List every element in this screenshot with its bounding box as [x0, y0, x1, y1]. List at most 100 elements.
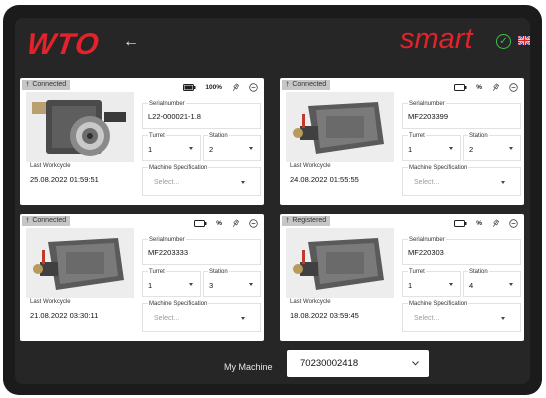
pin-icon: † [286, 218, 290, 224]
wto-logo: WTO [24, 28, 102, 61]
pin-icon[interactable] [491, 219, 500, 228]
pin-icon: † [26, 218, 30, 224]
serial-label: Serialnumber [408, 101, 446, 107]
machine-spec-label: Machine Specification [148, 165, 209, 171]
my-machine-label: My Machine [224, 362, 273, 372]
serial-value: MF220303 [408, 248, 444, 257]
serial-label: Serialnumber [408, 237, 446, 243]
device-card[interactable]: † Connected 100% Last Workcycle 25.08.202… [20, 78, 264, 205]
remove-icon[interactable] [249, 219, 258, 228]
turret-value: 1 [408, 145, 413, 154]
device-card[interactable]: † Connected % Last Workcycle 24.08.2022 0… [280, 78, 524, 205]
tool-holder-image [26, 92, 134, 162]
turret-label: Turret [408, 133, 426, 139]
pin-icon: † [286, 82, 290, 88]
last-workcycle-value: 21.08.2022 03:30:11 [30, 311, 99, 320]
last-workcycle-value: 18.08.2022 03:59:45 [290, 311, 359, 320]
turret-value: 1 [148, 145, 153, 154]
machine-spec-label: Machine Specification [148, 301, 209, 307]
machine-spec-placeholder: Select... [154, 315, 180, 322]
remove-icon[interactable] [249, 83, 258, 92]
last-workcycle-label: Last Workcycle [290, 299, 331, 305]
check-circle-icon: ✓ [496, 34, 511, 49]
chevron-down-icon [412, 361, 419, 366]
turret-value: 1 [408, 281, 413, 290]
chevron-down-icon [501, 317, 505, 320]
serial-value: L22-000021-1.8 [148, 112, 201, 121]
machine-spec-label: Machine Specification [408, 165, 469, 171]
tool-holder-image [286, 92, 394, 162]
station-value: 2 [209, 145, 214, 154]
machine-spec-placeholder: Select... [414, 179, 440, 186]
chevron-down-icon [509, 283, 513, 286]
chevron-down-icon [449, 283, 453, 286]
serial-label: Serialnumber [148, 101, 186, 107]
tool-holder-image [286, 228, 394, 298]
last-workcycle-value: 24.08.2022 01:55:55 [290, 175, 359, 184]
app-screen: WTO ← smart ✓ † Connected 100% Last Work… [15, 18, 530, 384]
serial-label: Serialnumber [148, 237, 186, 243]
pin-icon[interactable] [231, 83, 240, 92]
remove-icon[interactable] [509, 83, 518, 92]
device-card[interactable]: † Registered % Last Workcycle 18.08.2022 … [280, 214, 524, 341]
machine-spec-label: Machine Specification [408, 301, 469, 307]
tablet-frame: WTO ← smart ✓ † Connected 100% Last Work… [3, 5, 542, 395]
last-workcycle-value: 25.08.2022 01:59:51 [30, 175, 99, 184]
pin-icon[interactable] [231, 219, 240, 228]
chevron-down-icon [449, 147, 453, 150]
status-badge: † Connected [22, 216, 71, 226]
remove-icon[interactable] [509, 219, 518, 228]
chevron-down-icon [241, 317, 245, 320]
battery-percent: 100% [205, 84, 222, 91]
smart-brand: smart [400, 23, 473, 55]
station-label: Station [208, 269, 229, 275]
pin-icon: † [26, 82, 30, 88]
station-value: 3 [209, 281, 214, 290]
status-badge: † Connected [282, 80, 331, 90]
device-card[interactable]: † Connected % Last Workcycle 21.08.2022 0… [20, 214, 264, 341]
chevron-down-icon [241, 181, 245, 184]
battery-icon [194, 220, 207, 227]
turret-value: 1 [148, 281, 153, 290]
chevron-down-icon [189, 147, 193, 150]
status-badge: † Connected [22, 80, 71, 90]
turret-label: Turret [148, 133, 166, 139]
station-label: Station [468, 133, 489, 139]
card-toolbar: % [454, 83, 518, 92]
chevron-down-icon [249, 147, 253, 150]
chevron-down-icon [509, 147, 513, 150]
machine-spec-placeholder: Select... [154, 179, 180, 186]
turret-label: Turret [408, 269, 426, 275]
battery-percent: % [476, 220, 482, 227]
station-label: Station [208, 133, 229, 139]
battery-percent: % [476, 84, 482, 91]
chevron-down-icon [249, 283, 253, 286]
arrow-left-icon[interactable]: ← [123, 33, 139, 51]
pin-icon[interactable] [491, 83, 500, 92]
battery-icon [183, 84, 196, 91]
battery-icon [454, 84, 467, 91]
station-value: 2 [469, 145, 474, 154]
card-toolbar: 100% [183, 83, 258, 92]
status-badge: † Registered [282, 216, 331, 226]
last-workcycle-label: Last Workcycle [30, 299, 71, 305]
serial-value: MF2203399 [408, 112, 449, 121]
battery-icon [454, 220, 467, 227]
my-machine-select[interactable]: 70230002418 [287, 350, 429, 377]
my-machine-value: 70230002418 [300, 358, 359, 369]
chevron-down-icon [501, 181, 505, 184]
tool-holder-image [26, 228, 134, 298]
machine-spec-placeholder: Select... [414, 315, 440, 322]
header: WTO ← smart ✓ [15, 18, 530, 70]
card-toolbar: % [194, 219, 258, 228]
turret-label: Turret [148, 269, 166, 275]
uk-flag-icon[interactable] [518, 36, 530, 45]
battery-percent: % [216, 220, 222, 227]
chevron-down-icon [189, 283, 193, 286]
station-label: Station [468, 269, 489, 275]
last-workcycle-label: Last Workcycle [30, 163, 71, 169]
card-toolbar: % [454, 219, 518, 228]
station-value: 4 [469, 281, 474, 290]
last-workcycle-label: Last Workcycle [290, 163, 331, 169]
serial-value: MF2203333 [148, 248, 189, 257]
